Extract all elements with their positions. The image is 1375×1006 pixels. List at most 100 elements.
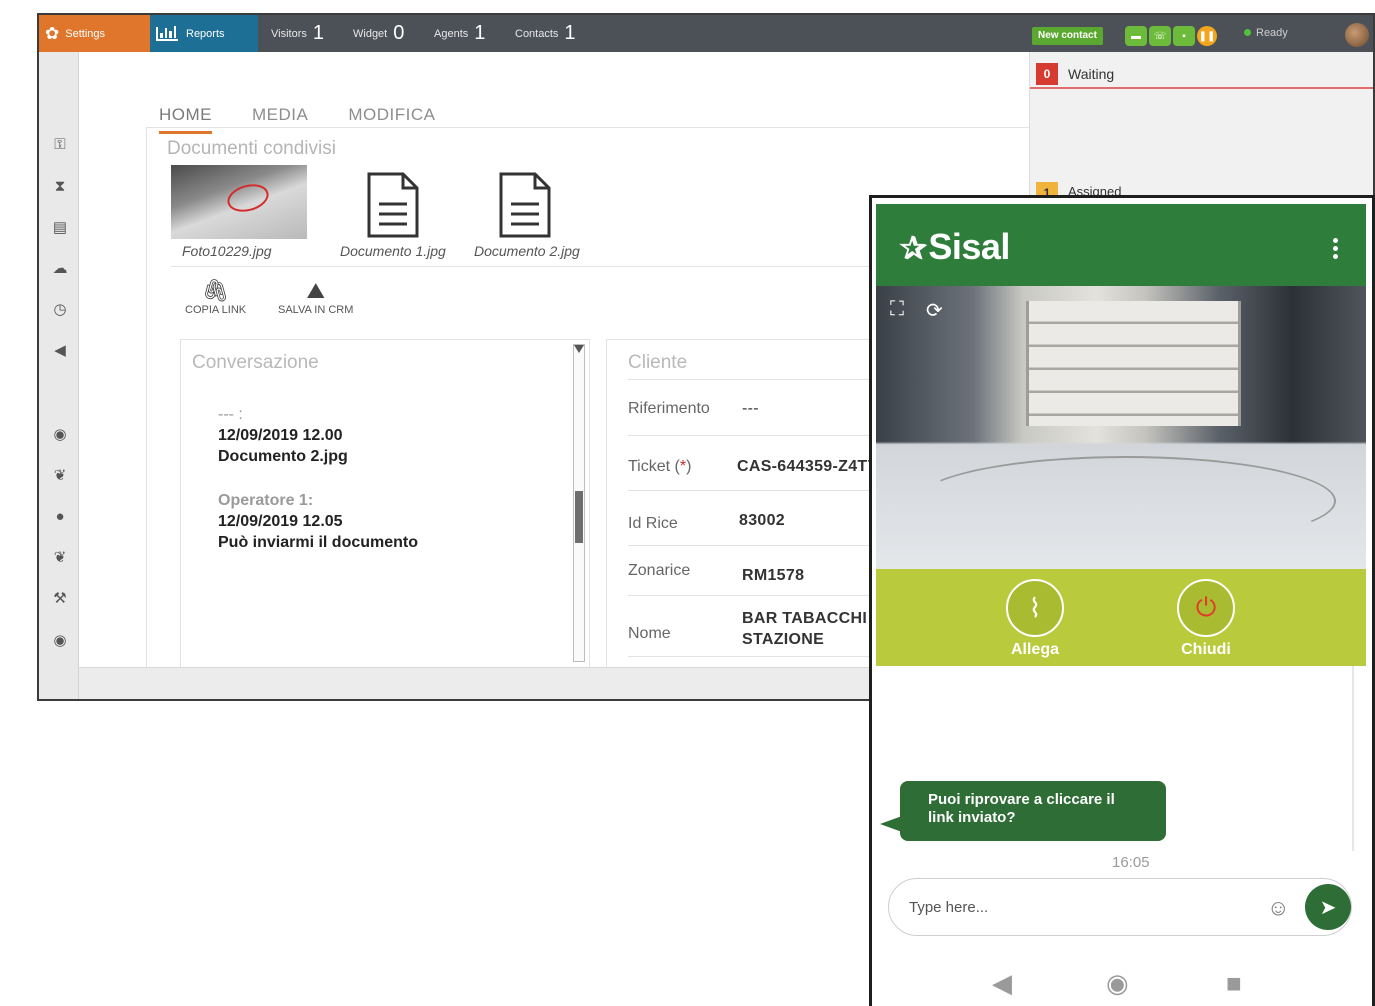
eye-icon[interactable]: ◉ xyxy=(51,426,69,444)
attach-label: Allega xyxy=(1010,641,1059,658)
waiting-count-badge: 0 xyxy=(1036,63,1058,85)
field-label: Ticket (*) xyxy=(628,458,691,476)
leaf-icon[interactable]: ❦ xyxy=(51,549,69,567)
attach-button[interactable]: ⌇ Allega xyxy=(985,579,1085,659)
android-nav-bar: ◀ ◉ ■ xyxy=(876,960,1366,1006)
documents-title: Documenti condivisi xyxy=(167,138,336,159)
message-input-box: ☺ ➤ xyxy=(888,878,1352,936)
field-value: 83002 xyxy=(739,512,785,529)
field-label: Id Rice xyxy=(628,515,678,532)
switch-camera-icon[interactable]: ⟳ xyxy=(926,298,943,323)
message-time: 12/09/2019 12.05 xyxy=(218,513,343,530)
close-button[interactable]: ⏻ Chiudi xyxy=(1156,579,1256,659)
pause-icon[interactable]: ❚❚ xyxy=(1197,26,1217,46)
bar-chart-icon xyxy=(156,25,178,41)
field-label: Riferimento xyxy=(628,400,710,417)
back-nav-icon[interactable]: ◀ xyxy=(992,968,1012,999)
document-icon[interactable] xyxy=(499,172,551,238)
settings-menu[interactable]: ✿ Settings xyxy=(39,15,150,52)
action-bar: ⌇ Allega ⏻ Chiudi xyxy=(876,569,1366,666)
file-caption: Foto10229.jpg xyxy=(182,243,272,259)
conversation-panel: Conversazione --- : 12/09/2019 12.00 Doc… xyxy=(180,339,590,675)
send-icon: ➤ xyxy=(1319,896,1337,919)
file-caption: Documento 1.jpg xyxy=(340,243,446,259)
avatar[interactable] xyxy=(1345,23,1369,47)
wrench-icon[interactable]: ⚒ xyxy=(51,590,69,608)
card-icon[interactable]: ▤ xyxy=(51,219,69,237)
message-text: Documento 2.jpg xyxy=(218,448,348,465)
clock-icon[interactable]: ◷ xyxy=(51,301,69,319)
copy-link-label: COPIA LINK xyxy=(185,304,247,316)
conversation-scrollbar[interactable] xyxy=(573,344,585,662)
annotation-circle xyxy=(224,180,272,216)
contacts-counter[interactable]: Contacts 1 xyxy=(515,15,576,52)
save-crm-button[interactable]: ⛰ SALVA IN CRM xyxy=(278,278,353,316)
chat-scrollbar[interactable] xyxy=(1352,666,1354,851)
agent-status[interactable]: Ready xyxy=(1244,27,1288,39)
phone-channel-icon[interactable]: ☏ xyxy=(1149,26,1171,46)
conversation-title: Conversazione xyxy=(192,352,319,373)
visitors-label: Visitors xyxy=(271,27,307,40)
message: --- : 12/09/2019 12.00 Documento 2.jpg xyxy=(218,404,348,467)
brand-name: Sisal xyxy=(928,226,1010,267)
chat-channel-icon[interactable]: ▬ xyxy=(1125,26,1147,46)
home-nav-icon[interactable]: ◉ xyxy=(1106,968,1129,999)
new-contact-button[interactable]: New contact xyxy=(1032,27,1103,45)
agents-label: Agents xyxy=(434,27,469,40)
apple-icon[interactable]: ● xyxy=(51,508,69,526)
kebab-menu-icon[interactable] xyxy=(1333,238,1338,262)
save-crm-label: SALVA IN CRM xyxy=(278,304,354,316)
message-author: --- : xyxy=(218,406,243,423)
message: Operatore 1: 12/09/2019 12.05 Può inviar… xyxy=(218,490,418,553)
photo-thumbnail[interactable] xyxy=(171,165,307,239)
emoji-icon[interactable]: ☺ xyxy=(1267,895,1289,921)
shelf-image xyxy=(1026,301,1241,426)
ticket-label-end: ) xyxy=(686,458,692,475)
app-header: ✰Sisal xyxy=(876,204,1366,286)
cloud-icon[interactable]: ☁ xyxy=(51,260,69,278)
message-author: Operatore 1: xyxy=(218,492,314,509)
agents-counter[interactable]: Agents 1 xyxy=(434,15,485,52)
settings-label: Settings xyxy=(65,27,105,40)
document-icon[interactable] xyxy=(367,172,419,238)
leaf-icon[interactable]: ❦ xyxy=(51,467,69,485)
message-time: 16:05 xyxy=(1112,854,1150,871)
status-label: Ready xyxy=(1256,27,1288,39)
scroll-thumb[interactable] xyxy=(575,491,583,543)
power-icon: ⏻ xyxy=(1177,579,1235,637)
gear-icon: ✿ xyxy=(45,23,60,43)
visitors-counter[interactable]: Visitors 1 xyxy=(271,15,324,52)
paperclip-icon: 🖇 xyxy=(201,278,230,303)
lock-icon[interactable]: ⚿ xyxy=(51,136,69,154)
chat-bubble: Puoi riprovare a cliccare il link inviat… xyxy=(900,781,1166,841)
video-channel-icon[interactable]: ▪ xyxy=(1173,26,1195,46)
widget-count: 0 xyxy=(393,22,405,44)
reports-label: Reports xyxy=(186,27,225,40)
copy-link-button[interactable]: 🖇 COPIA LINK xyxy=(185,278,246,316)
client-title: Cliente xyxy=(628,352,688,373)
paperclip-icon: ⌇ xyxy=(1006,579,1064,637)
screen: ✿ Settings Reports Visitors 1 Widget 0 A… xyxy=(0,0,1375,1006)
back-icon[interactable]: ◀ xyxy=(51,342,69,360)
file-caption: Documento 2.jpg xyxy=(474,243,580,259)
phone-frame: ✰Sisal ⛶ ⟳ ⌇ Allega ⏻ Chiudi Puoi riprov… xyxy=(869,195,1375,1006)
scroll-up-icon[interactable] xyxy=(574,345,584,353)
fullscreen-icon[interactable]: ⛶ xyxy=(890,298,904,321)
camera-preview: ⛶ ⟳ xyxy=(876,286,1366,569)
send-button[interactable]: ➤ xyxy=(1305,884,1351,930)
message-input[interactable] xyxy=(909,895,1249,919)
reports-menu[interactable]: Reports xyxy=(150,15,258,52)
agents-count: 1 xyxy=(474,22,486,44)
recents-nav-icon[interactable]: ■ xyxy=(1226,968,1242,999)
waiting-label: Waiting xyxy=(1068,66,1115,82)
message-time: 12/09/2019 12.00 xyxy=(218,427,343,444)
hourglass-icon[interactable]: ⧗ xyxy=(51,178,69,196)
cable-image xyxy=(916,456,1336,546)
widget-counter[interactable]: Widget 0 xyxy=(353,15,404,52)
brand-logo: ✰Sisal xyxy=(900,226,1010,268)
chat-area: Puoi riprovare a cliccare il link inviat… xyxy=(876,666,1366,886)
widget-label: Widget xyxy=(353,27,388,40)
waiting-queue[interactable]: 0 Waiting xyxy=(1030,59,1373,89)
message-text: Può inviarmi il documento xyxy=(218,534,419,551)
eye-icon[interactable]: ◉ xyxy=(51,632,69,650)
